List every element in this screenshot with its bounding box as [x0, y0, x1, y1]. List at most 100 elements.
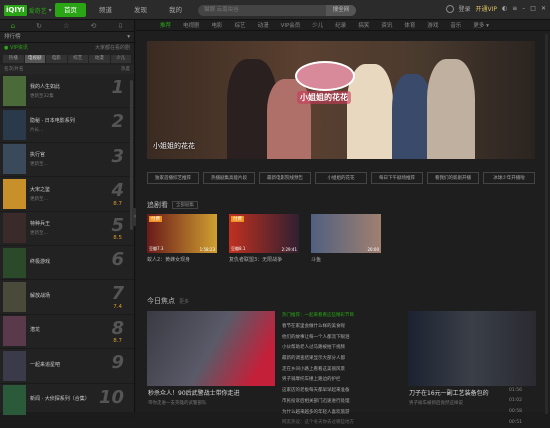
poster-thumbnail [3, 178, 26, 209]
home-icon[interactable]: ⌂ [11, 22, 15, 30]
top-tab[interactable]: 发现 [125, 3, 156, 17]
tag-button[interactable]: 热播剧集高能片段 [203, 172, 255, 184]
list-item[interactable]: 我的人生如此 更新至32集 1 [0, 74, 134, 109]
item-text: 终极游戏 [30, 258, 100, 268]
item-rank: 2 [111, 111, 124, 133]
history-icon[interactable]: ⟲ [91, 22, 97, 30]
channel-tab[interactable]: 少儿 [306, 21, 329, 29]
channel-tab[interactable]: 推荐 [154, 21, 177, 29]
channel-tab[interactable]: 电视剧 [177, 21, 206, 29]
menu-icon[interactable]: ≡ [512, 5, 517, 12]
hot-video[interactable]: 秒杀众人！90后武警战士带你走进 带你走进一支英雄的武警部队 [147, 311, 275, 406]
ranking-filter[interactable]: 热播 [3, 55, 24, 63]
section-watch-button[interactable]: 全部剧集 [172, 201, 198, 209]
item-title: 终极游戏 [30, 258, 51, 265]
top-tab[interactable]: 频道 [90, 3, 121, 17]
news-image-caption: 刀子在16元一副工艺装备包的 [409, 390, 489, 397]
list-item[interactable]: 新闻 · 大侦探系列（合集） 10 [0, 384, 134, 418]
video-card[interactable]: 付费 豆瓣7.3 1:58:23 蚁人2：黄蜂女现身 [147, 214, 217, 263]
section-watch-title: 追剧看 [147, 201, 168, 209]
banner-figure [427, 59, 475, 159]
item-text: 新闻 · 大侦探系列（合集） [30, 395, 100, 405]
list-item[interactable]: 终极游戏 6 [0, 246, 134, 281]
channel-tab[interactable]: 更多 ▾ [467, 21, 495, 29]
news-title: 网友热议：这个冬天你去过哪些地方 [282, 420, 354, 426]
channel-tab[interactable]: 搞笑 [352, 21, 375, 29]
ranking-filters: 热播 电视剧 电影 综艺 动漫 少儿 [0, 53, 134, 65]
section-hot-more[interactable]: 更多 [179, 298, 189, 305]
item-text: 特种兵王 更新至... [30, 220, 100, 236]
main-scrollbar[interactable] [545, 34, 548, 414]
minimize-icon[interactable]: – [522, 5, 525, 12]
item-title: 大宋之鉴 [30, 186, 51, 193]
tag-button[interactable]: 看我们的新剧开播 [427, 172, 479, 184]
list-item[interactable]: 特种兵王 更新至... 5 8.5 [0, 212, 134, 246]
tag-button[interactable]: 冰球少年开播啦 [483, 172, 535, 184]
item-title: 潜龙 [30, 327, 41, 334]
tag-button[interactable]: 小姐姐的花花 [315, 172, 367, 184]
item-title: 执行官 [30, 152, 46, 159]
news-row[interactable]: 网友热议：这个冬天你去过哪些地方 00:51 [282, 417, 522, 428]
login-link[interactable]: 登录 [459, 4, 471, 13]
list-item[interactable]: 大宋之鉴 更新至... 4 8.7 [0, 177, 134, 212]
video-title: 复仇者联盟3：无限战争 [229, 257, 283, 263]
news-duration: 00:51 [509, 419, 522, 425]
banner-figure [392, 74, 432, 159]
list-item[interactable]: 潜龙 8 8.7 [0, 315, 134, 350]
ranking-filter[interactable]: 动漫 [89, 55, 110, 63]
section-watch: 追剧看 全部剧集 [147, 200, 198, 210]
star-icon[interactable]: ☆ [63, 22, 69, 30]
app-logo[interactable]: iQIYI 爱奇艺 ▾ [4, 4, 52, 16]
col-title: 名次/片名 [4, 67, 24, 72]
ranking-list: 我的人生如此 更新至32集 1 隐秘 · 日本电影系列 片长... 2 执行官 更新至... 3… [0, 74, 134, 418]
ranking-filter[interactable]: 综艺 [67, 55, 88, 63]
section-hot-title: 今日焦点 [147, 297, 175, 305]
video-card[interactable]: 20:00 斗鱼 [311, 214, 381, 263]
download-icon[interactable]: ⇩ [118, 22, 124, 30]
search-input[interactable]: 猫眼 云南虫谷 搜全网 [198, 5, 356, 16]
channel-tab[interactable]: VIP会员 [275, 21, 307, 29]
list-item[interactable]: 解放战场 7 7.4 [0, 280, 134, 315]
ranking-filter[interactable]: 电影 [46, 55, 67, 63]
channel-tab[interactable]: 综艺 [229, 21, 252, 29]
news-image[interactable]: 刀子在16元一副工艺装备包的 男子偷车被抓后竟然这样说 [408, 311, 536, 406]
channel-tab[interactable]: 资讯 [375, 21, 398, 29]
item-rank: 5 [111, 214, 124, 236]
ranking-filter[interactable]: 少儿 [110, 55, 131, 63]
chevron-down-icon[interactable]: ▾ [49, 7, 52, 14]
top-tab[interactable]: 我的 [160, 3, 191, 17]
close-icon[interactable]: ✕ [541, 5, 546, 12]
tag-button[interactable]: 独家首播综艺推荐 [147, 172, 199, 184]
channel-tab[interactable]: 体育 [398, 21, 421, 29]
channel-tab[interactable]: 纪录 [329, 21, 352, 29]
avatar-icon[interactable] [445, 4, 454, 13]
news-row[interactable]: 市民投诉后相关部门迅速进行处理 01:02 [282, 396, 522, 407]
ranking-dropdown[interactable]: ▾ [127, 32, 130, 42]
tag-button[interactable]: 每日下午剧场推荐 [371, 172, 423, 184]
refresh-icon[interactable]: ↻ [36, 22, 42, 30]
item-score: 7.4 [113, 303, 122, 310]
banner-badge [295, 61, 355, 91]
list-item[interactable]: 隐秘 · 日本电影系列 片长... 2 [0, 108, 134, 143]
top-tab[interactable]: 首页 [55, 3, 86, 17]
list-item[interactable]: 一起来追星吧 9 [0, 349, 134, 384]
channel-tab[interactable]: 音乐 [444, 21, 467, 29]
list-item[interactable]: 执行官 更新至... 3 [0, 143, 134, 178]
video-card[interactable]: 付费 豆瓣8.1 2:29:41 复仇者联盟3：无限战争 [229, 214, 299, 263]
main-content: 推荐 电视剧 电影 综艺 动漫 VIP会员 少儿 纪录 搞笑 资讯 体育 游戏 音乐 更多 ▾ 小姐姐的花… [136, 20, 550, 425]
search-button[interactable]: 搜全网 [326, 5, 356, 16]
channel-tab[interactable]: 电影 [206, 21, 229, 29]
ranking-filter[interactable]: 电视剧 [24, 55, 45, 63]
vip-link[interactable]: 开通VIP [476, 4, 498, 13]
item-text: 执行官 更新至... [30, 151, 100, 167]
vip-news-label[interactable]: ● VIP资讯 [4, 43, 28, 53]
maximize-icon[interactable]: □ [530, 5, 536, 12]
channel-tab[interactable]: 动漫 [252, 21, 275, 29]
tag-button[interactable]: 最新电影院线预告 [259, 172, 311, 184]
section-hot: 今日焦点 更多 [147, 296, 189, 306]
poster-thumbnail [3, 282, 26, 313]
channel-tab[interactable]: 游戏 [421, 21, 444, 29]
skin-icon[interactable]: ◐ [502, 5, 507, 12]
poster-thumbnail [3, 75, 26, 106]
hero-banner[interactable]: 小姐姐的花花 小姐姐的花花 [147, 41, 535, 159]
